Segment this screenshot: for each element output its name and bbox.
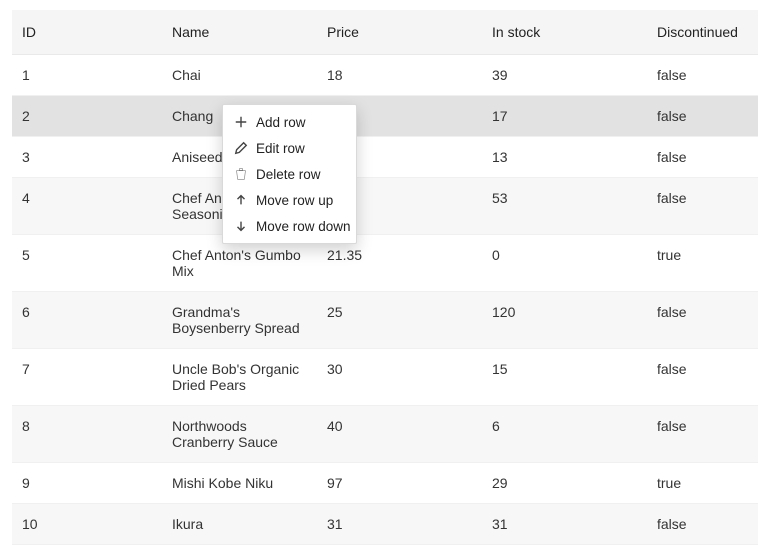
col-header-name[interactable]: Name [162,10,317,55]
table-row[interactable]: 2Chang1917false [12,96,758,137]
menu-move-row-up[interactable]: Move row up [223,187,356,213]
arrow-up-icon [233,192,249,208]
pencil-icon [233,140,249,156]
cell-price: 97 [317,463,482,504]
cell-in-stock: 120 [482,292,647,349]
cell-id: 3 [12,137,162,178]
cell-discontinued: false [647,137,758,178]
products-table: ID Name Price In stock Discontinued 1Cha… [12,10,758,545]
menu-delete-row-label: Delete row [256,167,321,182]
menu-move-row-down-label: Move row down [256,219,351,234]
cell-id: 4 [12,178,162,235]
cell-discontinued: false [647,96,758,137]
cell-id: 9 [12,463,162,504]
cell-discontinued: false [647,292,758,349]
table-row[interactable]: 7Uncle Bob's Organic Dried Pears3015fals… [12,349,758,406]
table-header-row: ID Name Price In stock Discontinued [12,10,758,55]
arrow-down-icon [233,218,249,234]
cell-discontinued: false [647,406,758,463]
cell-id: 7 [12,349,162,406]
table-row[interactable]: 9Mishi Kobe Niku9729true [12,463,758,504]
cell-in-stock: 0 [482,235,647,292]
cell-price: 40 [317,406,482,463]
page: ID Name Price In stock Discontinued 1Cha… [0,0,770,510]
cell-discontinued: false [647,178,758,235]
cell-name: Grandma's Boysenberry Spread [162,292,317,349]
col-header-id[interactable]: ID [12,10,162,55]
table-row[interactable]: 3Aniseed Syrup1013false [12,137,758,178]
context-menu[interactable]: Add row Edit row Delete row Move row up … [222,104,357,244]
table-row[interactable]: 1Chai1839false [12,55,758,96]
cell-name: Northwoods Cranberry Sauce [162,406,317,463]
menu-move-row-up-label: Move row up [256,193,333,208]
cell-in-stock: 17 [482,96,647,137]
table-row[interactable]: 4Chef Anton's Cajun Seasoning2253false [12,178,758,235]
cell-discontinued: false [647,55,758,96]
cell-discontinued: true [647,463,758,504]
cell-name: Chai [162,55,317,96]
menu-move-row-down[interactable]: Move row down [223,213,356,239]
cell-name: Mishi Kobe Niku [162,463,317,504]
cell-id: 6 [12,292,162,349]
cell-discontinued: false [647,349,758,406]
table-row[interactable]: 5Chef Anton's Gumbo Mix21.350true [12,235,758,292]
menu-add-row[interactable]: Add row [223,109,356,135]
cell-price: 18 [317,55,482,96]
cell-name: Uncle Bob's Organic Dried Pears [162,349,317,406]
cell-id: 8 [12,406,162,463]
cell-in-stock: 29 [482,463,647,504]
cell-id: 1 [12,55,162,96]
cell-discontinued: true [647,235,758,292]
cell-in-stock: 6 [482,406,647,463]
cell-price: 30 [317,349,482,406]
table-row[interactable]: 6Grandma's Boysenberry Spread25120false [12,292,758,349]
plus-icon [233,114,249,130]
menu-add-row-label: Add row [256,115,306,130]
cell-in-stock: 13 [482,137,647,178]
cell-price: 25 [317,292,482,349]
cell-in-stock: 15 [482,349,647,406]
cell-id: 5 [12,235,162,292]
col-header-in-stock[interactable]: In stock [482,10,647,55]
menu-delete-row[interactable]: Delete row [223,161,356,187]
menu-edit-row[interactable]: Edit row [223,135,356,161]
col-header-discontinued[interactable]: Discontinued [647,10,758,55]
menu-edit-row-label: Edit row [256,141,305,156]
cell-id: 2 [12,96,162,137]
cell-in-stock: 53 [482,178,647,235]
trash-icon [233,166,249,182]
cell-in-stock: 39 [482,55,647,96]
col-header-price[interactable]: Price [317,10,482,55]
table-row[interactable]: 8Northwoods Cranberry Sauce406false [12,406,758,463]
